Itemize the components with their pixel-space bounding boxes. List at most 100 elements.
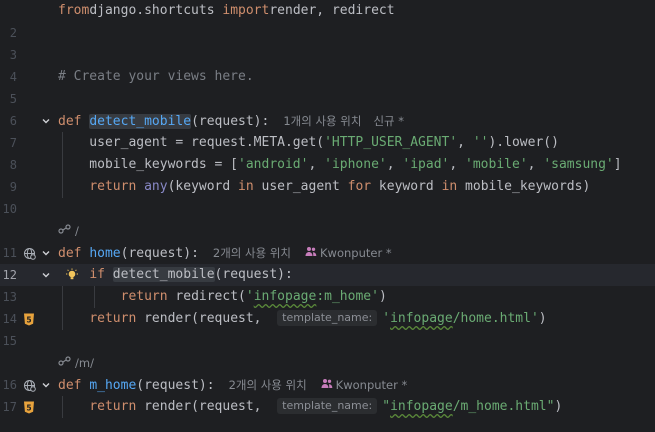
code-line[interactable]: fromdjango.shortcuts importrender, redir…: [0, 0, 655, 22]
endpoint-hint-home[interactable]: /: [58, 220, 79, 242]
code-token: ': [245, 289, 254, 304]
code-token: (request):: [136, 378, 215, 393]
code-token: 'ipad': [402, 157, 450, 172]
code-token: ): [554, 399, 563, 414]
code-token: import: [222, 3, 270, 18]
line-number[interactable]: 4: [0, 66, 17, 88]
code-line[interactable]: 4 # Create your views here.: [0, 66, 655, 88]
code-line[interactable]: 8 mobile_keywords = ['android', 'iphone'…: [0, 154, 655, 176]
line-number[interactable]: 5: [0, 88, 17, 110]
code-token: ).lower(): [488, 135, 559, 150]
line-number[interactable]: 17: [0, 396, 17, 418]
code-line[interactable]: 10: [0, 198, 655, 220]
endpoint-hint-m-home[interactable]: /m/: [58, 352, 94, 374]
code-token: keyword: [371, 179, 442, 194]
fold-chevron-icon[interactable]: [40, 247, 52, 259]
code-token: detect_mobile: [89, 114, 192, 129]
author-hint[interactable]: 신규 *: [373, 114, 404, 128]
code-token: user_agent: [253, 179, 348, 194]
code-token: if: [89, 267, 113, 282]
code-line[interactable]: 6 def detect_mobile(request): 1개의 사용 위치 신규 …: [0, 110, 655, 132]
code-line[interactable]: 16 def m_home(request): 2개의 사용 위치 Kwonputer…: [0, 374, 655, 396]
code-line[interactable]: 9 return any(keyword in user_agent for k…: [0, 176, 655, 198]
code-token: 'android': [238, 157, 309, 172]
code-line[interactable]: 14 5 return render(request, template_name…: [0, 308, 655, 330]
usages-hint[interactable]: 2개의 사용 위치: [229, 378, 307, 392]
line-number[interactable]: 15: [0, 330, 17, 352]
code-text: return render(request, template_name: "in…: [58, 396, 562, 418]
line-number[interactable]: 6: [0, 110, 17, 132]
code-token: return: [89, 399, 145, 414]
code-line[interactable]: 15: [0, 330, 655, 352]
code-token: ,: [308, 157, 325, 172]
url-mapping-icon[interactable]: [22, 378, 36, 392]
parameter-hint: template_name:: [277, 398, 378, 414]
code-token: mobile_keywords = [: [58, 157, 239, 172]
code-token: '': [472, 135, 489, 150]
url-mapping-icon[interactable]: [22, 246, 36, 260]
code-token: ): [538, 311, 547, 326]
line-number[interactable]: 8: [0, 154, 17, 176]
code-token: :m_home': [316, 289, 379, 304]
line-number[interactable]: 10: [0, 198, 17, 220]
line-number[interactable]: 9: [0, 176, 17, 198]
code-line[interactable]: 2: [0, 22, 655, 44]
line-number[interactable]: 3: [0, 44, 17, 66]
line-number[interactable]: 2: [0, 22, 17, 44]
code-token: render(request,: [144, 311, 278, 326]
code-token: ': [382, 311, 391, 326]
author-hint[interactable]: Kwonputer *: [336, 378, 408, 392]
author-icon: [321, 378, 333, 393]
code-token: /m_home.html": [452, 399, 555, 414]
code-line[interactable]: 13 return redirect('infopage:m_home'): [0, 286, 655, 308]
code-token: 'iphone': [324, 157, 387, 172]
svg-text:5: 5: [26, 403, 31, 412]
code-text: def m_home(request): 2개의 사용 위치 Kwonputer *: [58, 374, 407, 397]
link-icon: [58, 352, 72, 374]
line-number[interactable]: 7: [0, 132, 17, 154]
code-text: user_agent = request.META.get('HTTP_USER…: [58, 132, 559, 154]
html-template-icon[interactable]: 5: [22, 312, 36, 326]
line-number[interactable]: 16: [0, 374, 17, 396]
html-template-icon[interactable]: 5: [22, 400, 36, 414]
code-token: return: [89, 311, 145, 326]
code-token: ,: [386, 157, 403, 172]
code-token: 'mobile': [465, 157, 528, 172]
parameter-hint: template_name:: [277, 310, 378, 326]
code-token: home: [89, 246, 121, 261]
fold-chevron-icon[interactable]: [40, 379, 52, 391]
code-token: detect_mobile: [112, 267, 215, 282]
code-token: (request):: [214, 267, 293, 282]
code-line[interactable]: 7 user_agent = request.META.get('HTTP_US…: [0, 132, 655, 154]
code-text: mobile_keywords = ['android', 'iphone', …: [58, 154, 621, 176]
code-token: ": [382, 399, 391, 414]
line-number[interactable]: 13: [0, 286, 17, 308]
code-editor[interactable]: fromdjango.shortcuts importrender, redir…: [0, 0, 655, 432]
code-line[interactable]: 3: [0, 44, 655, 66]
code-text: if detect_mobile(request):: [58, 264, 293, 286]
code-token: render(request,: [144, 399, 278, 414]
code-text: def detect_mobile(request): 1개의 사용 위치 신규 *: [58, 110, 404, 133]
fold-chevron-icon[interactable]: [40, 115, 52, 127]
code-text: # Create your views here.: [58, 66, 254, 88]
author-hint[interactable]: Kwonputer *: [320, 246, 392, 260]
link-icon: [58, 220, 72, 242]
usages-hint[interactable]: 2개의 사용 위치: [213, 246, 291, 260]
endpoint-path: /m/: [75, 356, 94, 370]
line-number[interactable]: 12: [0, 264, 17, 286]
code-line[interactable]: 11 def home(request): 2개의 사용 위치 Kwonputer *: [0, 242, 655, 264]
code-text: return render(request, template_name: 'in…: [58, 308, 547, 330]
fold-chevron-icon[interactable]: [40, 269, 52, 281]
code-line[interactable]: 17 5 return render(request, template_name…: [0, 396, 655, 418]
code-line[interactable]: 12 if detect_mobile(request):: [0, 264, 655, 286]
code-token: in: [238, 179, 254, 194]
usages-hint[interactable]: 1개의 사용 위치: [283, 114, 361, 128]
code-line[interactable]: 5: [0, 88, 655, 110]
line-number[interactable]: 11: [0, 242, 17, 264]
code-text: return any(keyword in user_agent for key…: [58, 176, 590, 198]
line-number[interactable]: 14: [0, 308, 17, 330]
code-token: ): [378, 289, 387, 304]
